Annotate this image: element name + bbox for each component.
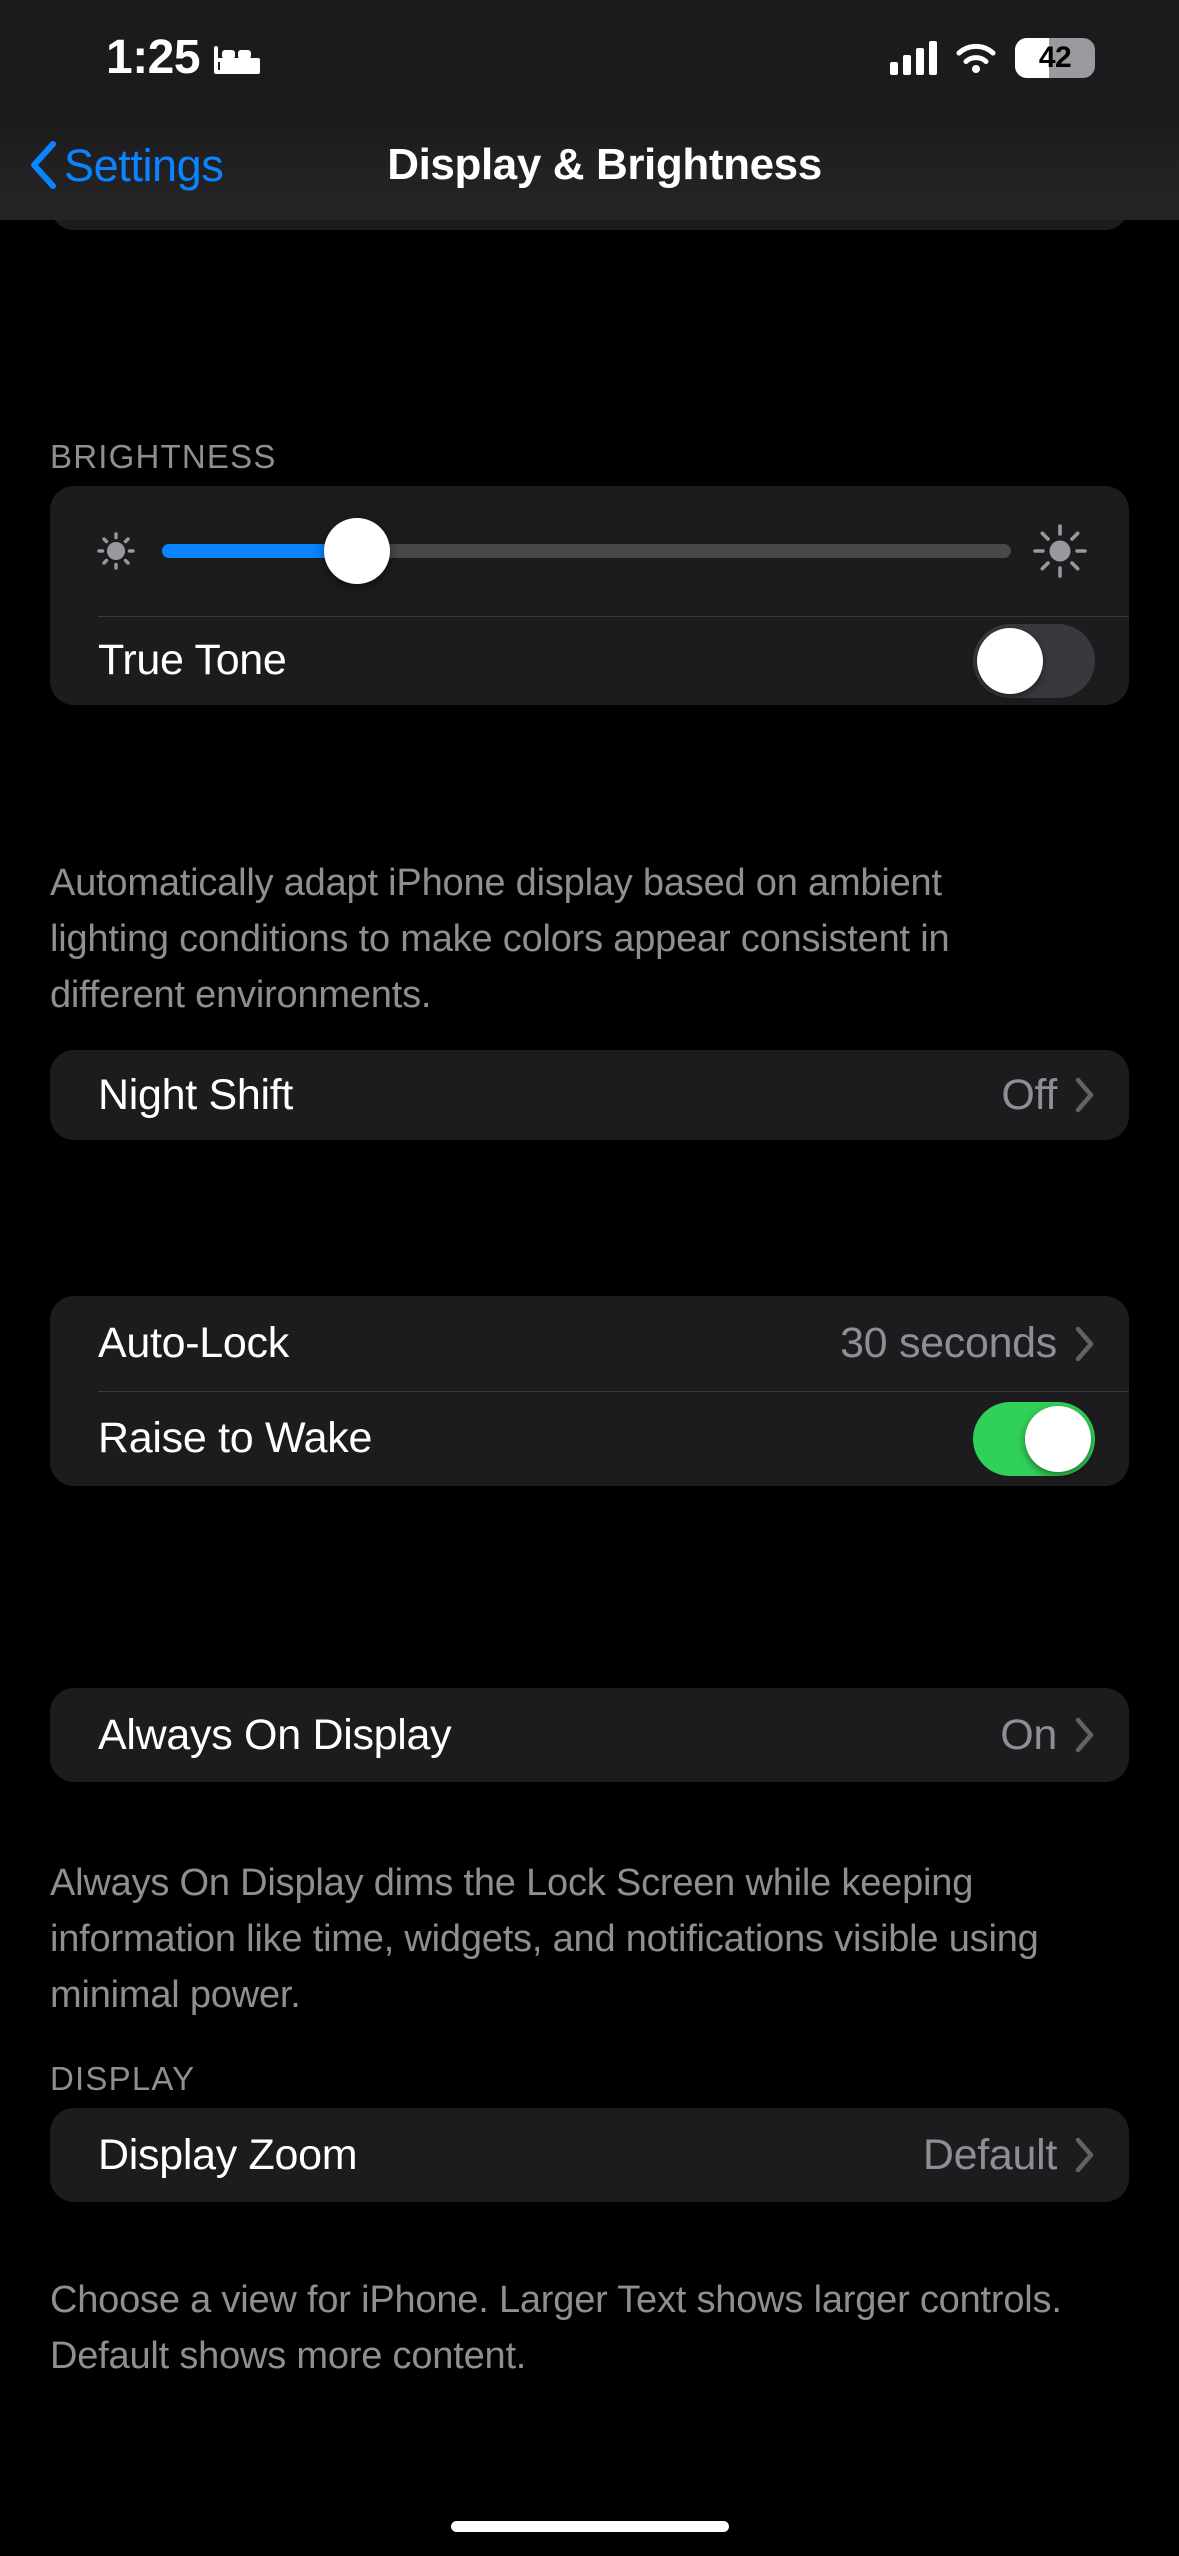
group-brightness: True Tone — [50, 486, 1129, 705]
row-value-night-shift: Off — [1001, 1070, 1057, 1119]
footer-true-tone: Automatically adapt iPhone display based… — [50, 862, 950, 1016]
home-indicator[interactable] — [450, 2521, 729, 2532]
footer-always-on-display: Always On Display dims the Lock Screen w… — [50, 1862, 1039, 2016]
row-label-night-shift: Night Shift — [98, 1070, 294, 1119]
toggle-knob — [1025, 1405, 1091, 1472]
chevron-right-icon — [1075, 1717, 1094, 1753]
chevron-right-icon — [1075, 1326, 1094, 1361]
wifi-icon — [956, 43, 996, 73]
row-always-on-display[interactable]: Always On Display On — [50, 1688, 1129, 1782]
slider-track — [162, 518, 1011, 584]
row-value-display-zoom: Default — [922, 2130, 1057, 2179]
status-bar-right: 42 — [890, 38, 1095, 78]
group-night-shift: Night Shift Off — [50, 1050, 1129, 1140]
status-bar-left: 1:25 — [106, 31, 261, 84]
row-label-always-on-display: Always On Display — [98, 1710, 452, 1759]
row-label-display-zoom: Display Zoom — [98, 2130, 358, 2179]
footer-display-zoom: Choose a view for iPhone. Larger Text sh… — [50, 2279, 1062, 2377]
signal-bars-icon — [890, 41, 937, 75]
toggle-true-tone[interactable] — [973, 623, 1095, 698]
status-time: 1:25 — [106, 31, 201, 84]
group-lock: Auto-Lock 30 seconds Raise to Wake — [50, 1296, 1129, 1486]
bed-icon — [214, 46, 261, 74]
group-display-zoom: Display Zoom Default — [50, 2108, 1129, 2202]
sun-min-icon — [97, 532, 135, 570]
row-auto-lock[interactable]: Auto-Lock 30 seconds — [50, 1296, 1129, 1391]
row-night-shift[interactable]: Night Shift Off — [50, 1050, 1129, 1140]
row-raise-to-wake[interactable]: Raise to Wake — [50, 1391, 1129, 1486]
section-header-display: DISPLAY — [50, 2060, 196, 2097]
row-label-true-tone: True Tone — [98, 636, 287, 684]
iphone-screen: Bold Text BRIGHTNESS — [0, 0, 1179, 2556]
toggle-raise-to-wake[interactable] — [973, 1401, 1095, 1476]
toggle-knob — [977, 627, 1043, 694]
chevron-right-icon — [1075, 1077, 1094, 1113]
navigation-bar: Settings Display & Brightness — [0, 110, 1179, 220]
slider-knob[interactable] — [324, 518, 391, 584]
row-true-tone[interactable]: True Tone — [50, 616, 1129, 705]
row-label-raise-to-wake: Raise to Wake — [98, 1414, 373, 1462]
status-bar: 1:25 42 — [0, 0, 1179, 110]
group-always-on-display: Always On Display On — [50, 1688, 1129, 1782]
section-header-brightness: BRIGHTNESS — [50, 438, 277, 475]
chevron-right-icon — [1075, 2137, 1094, 2173]
battery-percent: 42 — [1038, 41, 1072, 74]
row-value-always-on-display: On — [1000, 1710, 1057, 1759]
brightness-slider[interactable] — [162, 486, 1011, 616]
row-display-zoom[interactable]: Display Zoom Default — [50, 2108, 1129, 2202]
settings-scroll-view[interactable]: Bold Text BRIGHTNESS — [0, 0, 1179, 2556]
page-title: Display & Brightness — [387, 140, 822, 189]
row-value-auto-lock: 30 seconds — [840, 1319, 1057, 1367]
row-brightness-slider[interactable] — [50, 486, 1129, 616]
sun-max-icon — [1033, 524, 1087, 578]
battery-icon: 42 — [1015, 38, 1095, 78]
row-label-auto-lock: Auto-Lock — [98, 1319, 289, 1367]
